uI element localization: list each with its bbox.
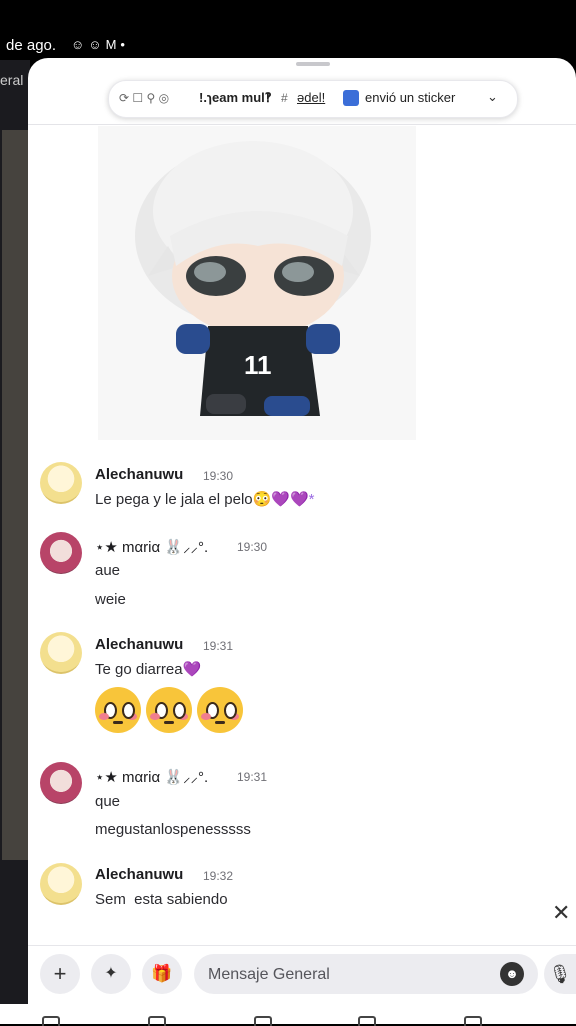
message-text: weie	[95, 591, 126, 608]
message-time: 19:32	[203, 869, 234, 883]
message-time: 19:30	[203, 469, 234, 483]
notification-icons: ☺☺M•	[71, 37, 129, 52]
sticker-banner[interactable]: ⟳ ☐ ⚲ ◎ ǃ.ɿeam mul‽ # ədel! envió un sti…	[108, 80, 518, 118]
message-text: aue	[95, 562, 121, 579]
discord-icon: ☺	[88, 37, 106, 52]
avatar[interactable]	[40, 532, 82, 574]
message-author[interactable]: ⋆★ mαriα 🐰⸝⸝°.	[95, 537, 208, 557]
banner-decor-icons: ⟳ ☐ ⚲ ◎	[119, 91, 170, 105]
status-date: de ago.	[6, 37, 57, 54]
message-author[interactable]: Alechanuwu	[95, 636, 183, 653]
nav-icon[interactable]	[464, 1016, 482, 1026]
close-icon[interactable]: ✕	[552, 900, 570, 926]
banner-user: ədel!	[297, 90, 326, 105]
gift-icon[interactable]: 🎁	[142, 954, 182, 994]
dot-icon: •	[120, 37, 129, 52]
sticker-image[interactable]: 11	[98, 126, 416, 440]
message-text: Sem esta sabiendo	[95, 891, 228, 908]
flushed-emoji	[95, 687, 141, 733]
avatar[interactable]	[40, 462, 82, 504]
sticker-icon	[343, 90, 359, 106]
background-app: eral	[0, 60, 30, 1024]
message-input[interactable]	[206, 954, 490, 996]
svg-text:11: 11	[244, 350, 272, 380]
banner-team: ǃ.ɿeam mul‽	[199, 90, 272, 105]
emoji-inline: 😳💜💜*	[252, 491, 315, 508]
flushed-emoji	[197, 687, 243, 733]
divider	[28, 945, 576, 946]
nav-icon[interactable]	[358, 1016, 376, 1026]
message-input-wrap: ☻	[194, 954, 538, 996]
message-time: 19:31	[203, 639, 234, 653]
flushed-emoji	[146, 687, 192, 733]
message-text: Te go diarrea💜	[95, 661, 202, 678]
chat-sheet: ⟳ ☐ ⚲ ◎ ǃ.ɿeam mul‽ # ədel! envió un sti…	[28, 58, 576, 1024]
divider	[28, 124, 576, 125]
message-text: Le pega y le jala el pelo😳💜💜*	[95, 491, 315, 508]
message-time: 19:30	[237, 540, 268, 554]
message-author[interactable]: Alechanuwu	[95, 466, 183, 483]
avatar[interactable]	[40, 863, 82, 905]
discord-icon: ☺	[71, 37, 89, 52]
background-panel	[2, 130, 28, 860]
gmail-icon: M	[105, 37, 121, 52]
message-text: megustanlospenesssss	[95, 821, 251, 838]
avatar[interactable]	[40, 632, 82, 674]
drag-handle[interactable]	[296, 62, 330, 66]
emoji-inline: 💜	[182, 661, 202, 678]
banner-hash: #	[281, 91, 288, 105]
banner-action: envió un sticker	[365, 90, 456, 105]
chevron-down-icon[interactable]: ⌄	[487, 89, 498, 105]
nav-icon[interactable]	[42, 1016, 60, 1026]
message-text: que	[95, 793, 121, 810]
mic-icon[interactable]: 🎙	[544, 954, 576, 994]
status-bar: de ago. ☺☺M•	[0, 0, 576, 60]
nav-icon[interactable]	[254, 1016, 272, 1026]
apps-icon[interactable]: ✦	[91, 954, 131, 994]
message-author[interactable]: Alechanuwu	[95, 866, 183, 883]
plus-icon[interactable]: +	[40, 954, 80, 994]
message-author[interactable]: ⋆★ mαriα 🐰⸝⸝°.	[95, 767, 208, 787]
message-time: 19:31	[237, 770, 268, 784]
system-nav-bar	[0, 1004, 576, 1026]
avatar[interactable]	[40, 762, 82, 804]
emoji-icon[interactable]: ☻	[500, 962, 524, 986]
nav-icon[interactable]	[148, 1016, 166, 1026]
background-text: eral	[0, 72, 24, 88]
